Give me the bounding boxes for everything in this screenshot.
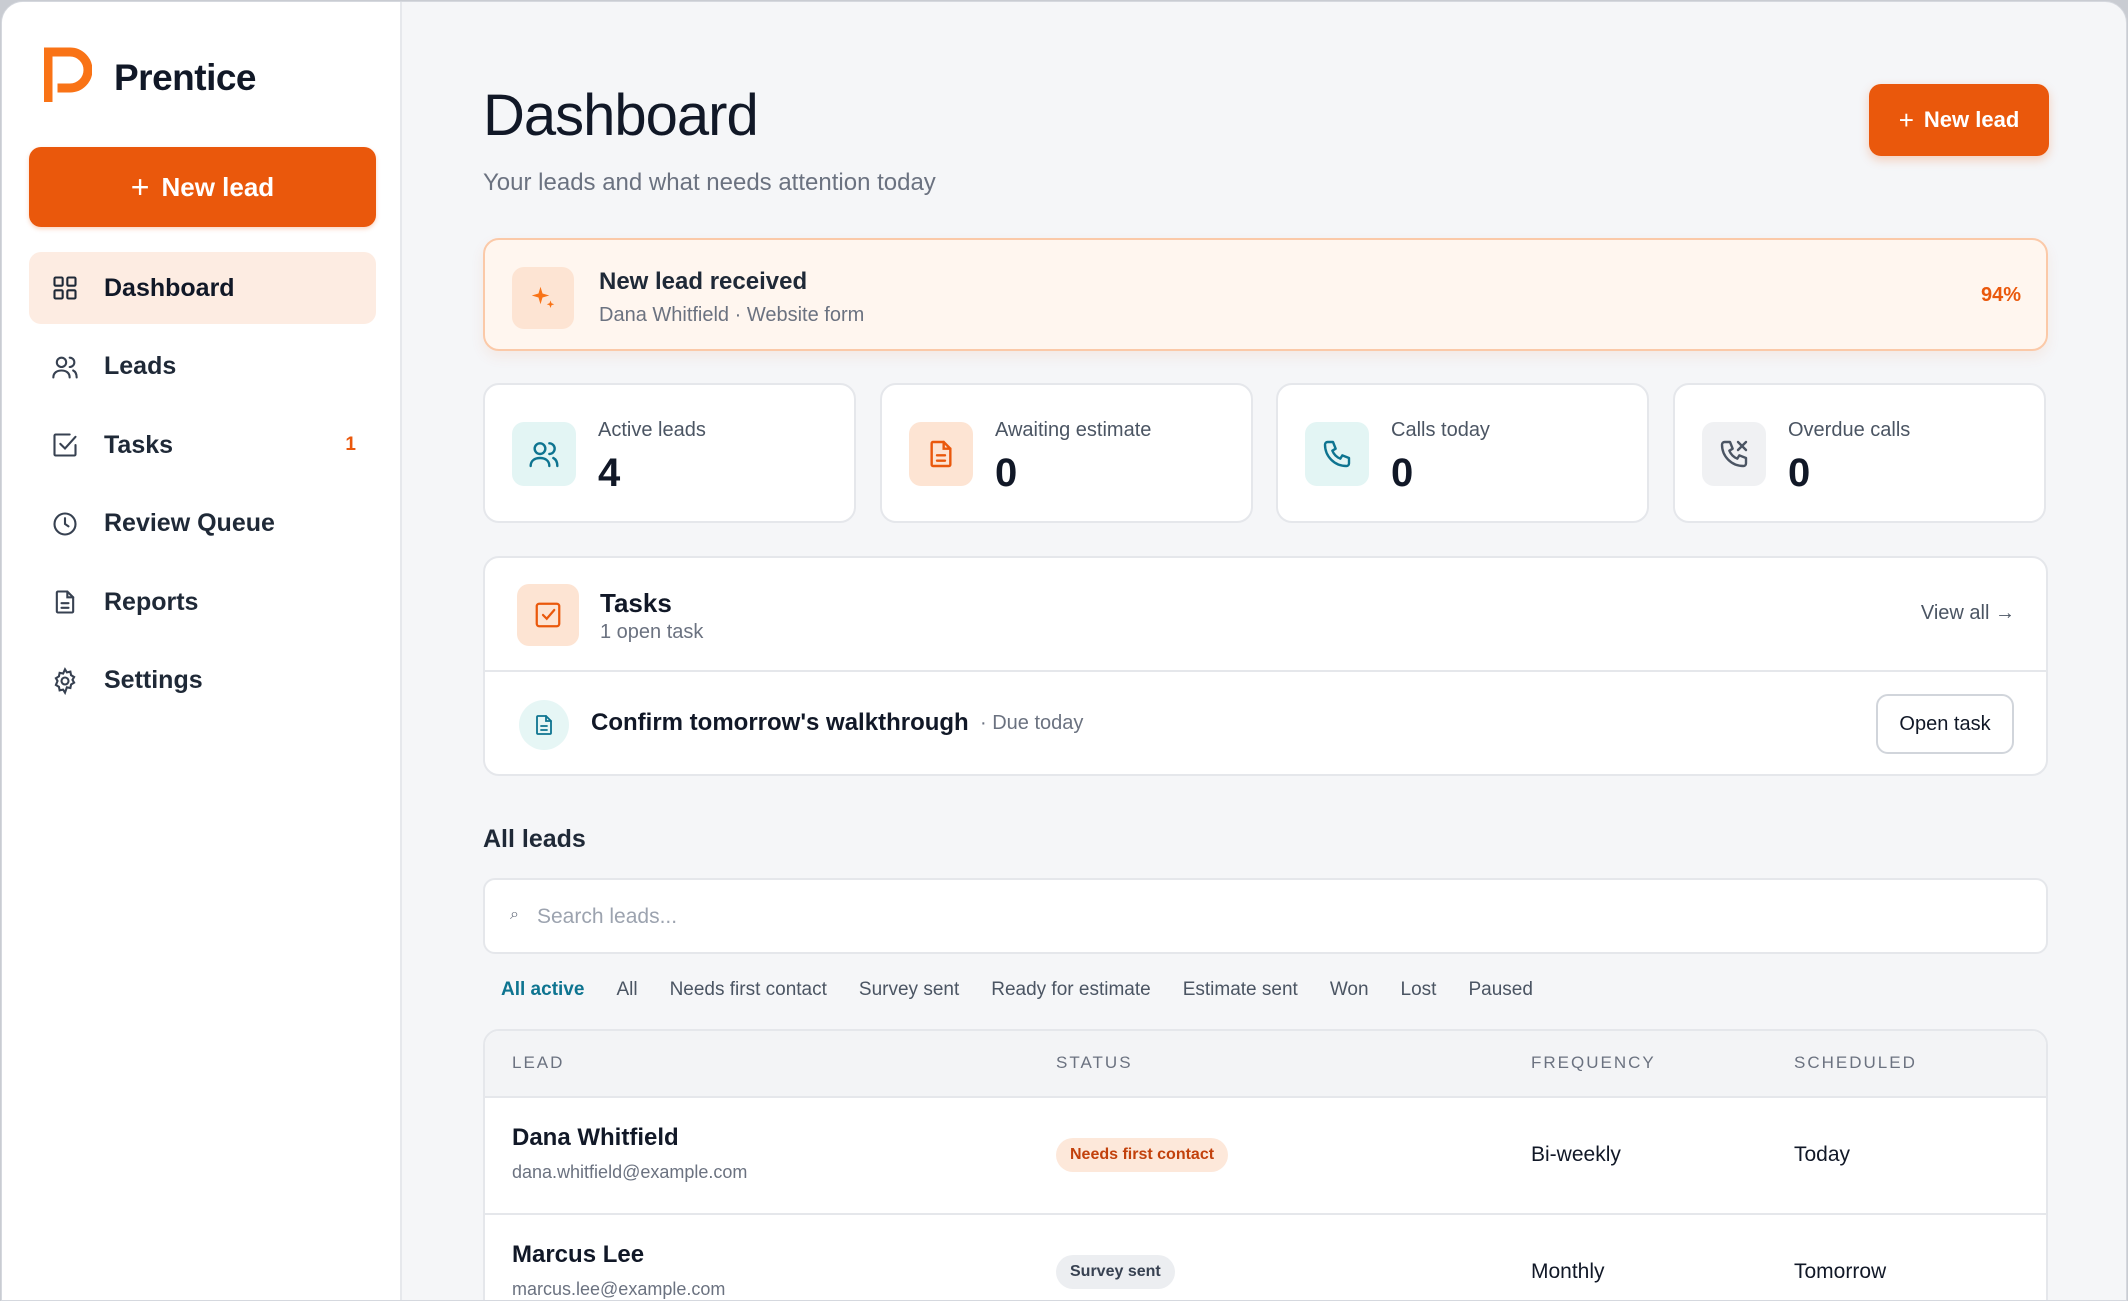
app-window: Prentice + New lead Dashboard Leads Task…: [1, 1, 2127, 1301]
table-row[interactable]: Dana Whitfield dana.whitfield@example.co…: [485, 1098, 2046, 1215]
tasks-header: Tasks 1 open task View all →: [485, 558, 2046, 672]
task-row[interactable]: Confirm tomorrow's walkthrough · Due tod…: [485, 672, 2046, 776]
stat-label: Calls today: [1391, 419, 1490, 441]
checkbox-icon: [50, 430, 80, 460]
lead-frequency: Monthly: [1531, 1260, 1605, 1283]
view-all-tasks-link[interactable]: View all →: [1921, 602, 2015, 625]
sidebar-item-label: Dashboard: [104, 273, 235, 302]
clock-icon: [50, 509, 80, 539]
phone-missed-icon: [1702, 422, 1766, 486]
brand[interactable]: Prentice: [43, 46, 257, 109]
document-icon: [50, 587, 80, 617]
brand-name: Prentice: [114, 56, 257, 98]
alert-score: 94%: [1980, 284, 2021, 306]
sidebar-item-settings[interactable]: Settings: [29, 645, 376, 717]
status-badge: Survey sent: [1056, 1255, 1175, 1289]
sidebar-item-label: Settings: [104, 666, 203, 694]
header-new-lead-label: New lead: [1923, 107, 2020, 132]
lead-email: dana.whitfield@example.com: [512, 1162, 748, 1182]
column-header-scheduled[interactable]: SCHEDULED: [1794, 1053, 1917, 1073]
header-new-lead-button[interactable]: + New lead: [1869, 84, 2049, 156]
leads-table: LEAD STATUS FREQUENCY SCHEDULED Dana Whi…: [483, 1029, 2048, 1300]
stat-value: 0: [1788, 451, 1811, 495]
column-header-lead[interactable]: LEAD: [512, 1053, 564, 1073]
new-lead-alert[interactable]: New lead received Dana Whitfield · Websi…: [483, 238, 2048, 351]
sidebar-new-lead-button[interactable]: + New lead: [29, 147, 376, 227]
lead-scheduled: Tomorrow: [1794, 1260, 1887, 1283]
lead-email: marcus.lee@example.com: [512, 1279, 726, 1299]
filter-all[interactable]: All: [616, 979, 637, 1001]
alert-title: New lead received: [599, 268, 808, 295]
sidebar-nav: Dashboard Leads Tasks 1 Review Queue Rep…: [29, 252, 376, 723]
tasks-panel: Tasks 1 open task View all → Confirm tom…: [483, 556, 2048, 776]
lead-scheduled: Today: [1794, 1143, 1851, 1166]
document-icon: [909, 422, 973, 486]
stat-label: Active leads: [598, 419, 706, 441]
grid-icon: [50, 273, 80, 303]
sidebar-item-label: Review Queue: [104, 509, 275, 537]
tasks-subtitle: 1 open task: [600, 621, 704, 643]
filter-paused[interactable]: Paused: [1468, 979, 1532, 1001]
task-due: · Due today: [980, 712, 1084, 734]
plus-icon: +: [1898, 104, 1914, 135]
search-box: ⌕: [483, 878, 2048, 954]
search-icon: ⌕: [510, 906, 519, 923]
lead-frequency: Bi-weekly: [1531, 1143, 1621, 1166]
lead-name: Dana Whitfield: [512, 1124, 679, 1151]
status-badge: Needs first contact: [1056, 1138, 1229, 1172]
stat-value: 0: [1391, 451, 1414, 495]
filter-ready-for-estimate[interactable]: Ready for estimate: [991, 979, 1150, 1001]
stat-value: 0: [995, 451, 1018, 495]
users-icon: [512, 422, 576, 486]
table-header: LEAD STATUS FREQUENCY SCHEDULED: [485, 1031, 2046, 1098]
stat-card-active-leads[interactable]: Active leads 4: [483, 383, 856, 523]
users-icon: [50, 352, 80, 382]
filter-survey-sent[interactable]: Survey sent: [859, 979, 959, 1001]
column-header-frequency[interactable]: FREQUENCY: [1531, 1053, 1656, 1073]
search-input[interactable]: [537, 894, 2017, 940]
stat-value: 4: [598, 451, 621, 495]
alert-subtitle: Dana Whitfield · Website form: [599, 304, 865, 326]
sidebar-item-label: Leads: [104, 352, 177, 380]
stat-label: Overdue calls: [1788, 419, 1911, 441]
lead-filters: All active All Needs first contact Surve…: [501, 979, 1565, 1001]
page-title: Dashboard: [483, 83, 759, 148]
lead-name: Marcus Lee: [512, 1241, 645, 1268]
task-title: Confirm tomorrow's walkthrough: [591, 709, 969, 736]
sparkle-icon: [512, 267, 574, 329]
sidebar-item-leads[interactable]: Leads: [29, 331, 376, 403]
stats-row: Active leads 4 Awaiting estimate 0 Calls…: [483, 383, 2048, 523]
page-subtitle: Your leads and what needs attention toda…: [483, 169, 936, 196]
filter-all-active[interactable]: All active: [501, 979, 584, 1001]
phone-icon: [1305, 422, 1369, 486]
column-header-status[interactable]: STATUS: [1056, 1053, 1133, 1073]
document-icon: [519, 700, 569, 750]
sidebar-item-label: Reports: [104, 587, 199, 616]
all-leads-title: All leads: [483, 825, 586, 853]
filter-estimate-sent[interactable]: Estimate sent: [1183, 979, 1298, 1001]
stat-label: Awaiting estimate: [995, 419, 1152, 441]
sidebar: Prentice + New lead Dashboard Leads Task…: [2, 2, 402, 1300]
filter-needs-first-contact[interactable]: Needs first contact: [670, 979, 827, 1001]
table-row[interactable]: Marcus Lee marcus.lee@example.com Survey…: [485, 1215, 2046, 1300]
filter-won[interactable]: Won: [1330, 979, 1369, 1001]
prentice-logo-icon: [43, 46, 93, 109]
plus-icon: +: [130, 168, 150, 205]
tasks-title: Tasks: [600, 588, 672, 618]
sidebar-item-tasks[interactable]: Tasks 1: [29, 409, 376, 481]
checkbox-icon: [517, 584, 579, 646]
sidebar-new-lead-label: New lead: [161, 171, 275, 202]
sidebar-item-dashboard[interactable]: Dashboard: [29, 252, 376, 324]
sidebar-item-review-queue[interactable]: Review Queue: [29, 488, 376, 560]
stat-card-calls-today[interactable]: Calls today 0: [1276, 383, 1649, 523]
tasks-count-badge: 1: [345, 434, 356, 455]
sidebar-item-label: Tasks: [104, 430, 174, 459]
sidebar-item-reports[interactable]: Reports: [29, 566, 376, 638]
filter-lost[interactable]: Lost: [1401, 979, 1437, 1001]
stat-card-awaiting-estimate[interactable]: Awaiting estimate 0: [880, 383, 1253, 523]
stat-card-overdue-calls[interactable]: Overdue calls 0: [1673, 383, 2046, 523]
gear-icon: [50, 666, 80, 696]
open-task-button[interactable]: Open task: [1876, 694, 2014, 754]
